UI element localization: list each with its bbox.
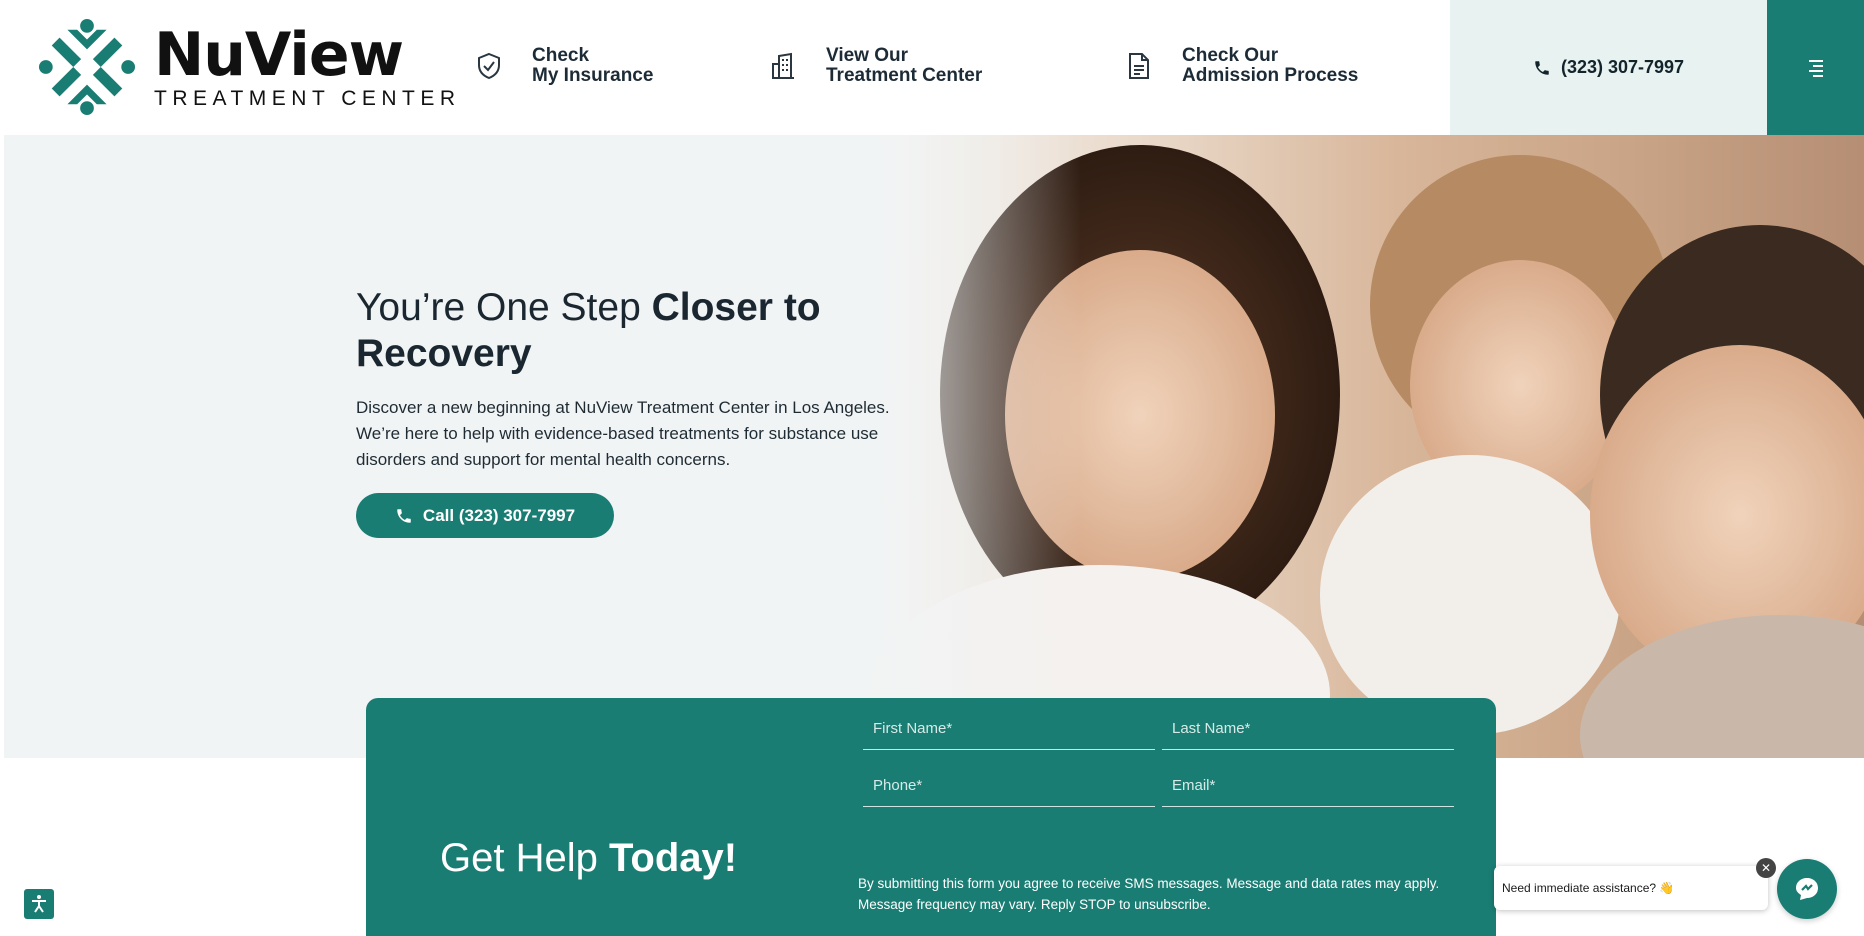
contact-form-panel: Get Help Today! By submitting this form … <box>366 698 1496 936</box>
close-icon: ✕ <box>1760 861 1772 875</box>
nav-insurance-label: Check My Insurance <box>532 46 653 86</box>
nav-center-label: View Our Treatment Center <box>826 46 982 86</box>
accessibility-icon <box>32 895 46 913</box>
left-edge-strip <box>0 0 4 936</box>
nav-admission-line2: Admission Process <box>1182 65 1359 86</box>
hero-family-photo <box>0 135 1864 758</box>
chat-prompt-text: Need immediate assistance? 👋 <box>1502 881 1675 895</box>
phone-field[interactable] <box>863 765 1155 807</box>
email-field[interactable] <box>1162 765 1454 807</box>
nav-view-treatment-center[interactable]: View Our Treatment Center <box>768 46 982 86</box>
chat-close-button[interactable]: ✕ <box>1756 858 1776 878</box>
form-heading: Get Help Today! <box>440 836 737 881</box>
nav-insurance-line1: Check <box>532 45 590 66</box>
nav-check-insurance[interactable]: Check My Insurance <box>474 46 653 86</box>
phone-icon <box>397 508 411 523</box>
form-heading-bold: Today! <box>608 836 738 880</box>
building-icon <box>768 51 798 81</box>
site-header: NuView TREATMENT CENTER Check My Insuran… <box>0 0 1864 135</box>
accessibility-button[interactable] <box>24 889 54 919</box>
header-phone-number: (323) 307-7997 <box>1560 57 1685 77</box>
hero-section: You’re One Step Closer to Recovery Disco… <box>0 135 1864 758</box>
phone-icon <box>1535 60 1549 75</box>
nav-center-line1: View Our <box>826 45 909 66</box>
chat-launcher-button[interactable] <box>1777 859 1837 919</box>
form-heading-regular: Get Help <box>440 836 609 880</box>
nav-admission-process[interactable]: Check Our Admission Process <box>1124 46 1358 86</box>
document-icon <box>1124 51 1154 81</box>
brand-subtitle: TREATMENT CENTER <box>154 87 461 110</box>
header-phone-link[interactable]: (323) 307-7997 <box>1450 0 1767 135</box>
logo[interactable]: NuView TREATMENT CENTER <box>38 18 461 116</box>
sms-consent-notice: By submitting this form you agree to rec… <box>858 876 1440 912</box>
nav-insurance-line2: My Insurance <box>532 65 654 86</box>
logo-mark-icon <box>38 18 136 116</box>
call-button[interactable]: Call (323) 307-7997 <box>356 493 614 538</box>
shield-check-icon <box>474 51 504 81</box>
brand-name: NuView <box>154 20 404 90</box>
first-name-field[interactable] <box>863 708 1155 750</box>
hamburger-menu-icon <box>1808 59 1823 77</box>
chat-prompt-bubble[interactable]: Need immediate assistance? 👋 <box>1494 866 1768 910</box>
hero-heading-regular: You’re One Step <box>356 286 652 329</box>
nav-admission-line1: Check Our <box>1182 45 1279 66</box>
call-button-label: Call (323) 307-7997 <box>422 505 576 525</box>
last-name-field[interactable] <box>1162 708 1454 750</box>
hero-description: Discover a new beginning at NuView Treat… <box>356 398 890 469</box>
chat-icon <box>1796 878 1818 900</box>
logo-text: NuView TREATMENT CENTER <box>154 24 461 110</box>
menu-button[interactable] <box>1767 0 1864 135</box>
hero-heading: You’re One Step Closer to Recovery <box>356 285 876 377</box>
nav-center-line2: Treatment Center <box>826 65 983 86</box>
nav-admission-label: Check Our Admission Process <box>1182 46 1358 86</box>
